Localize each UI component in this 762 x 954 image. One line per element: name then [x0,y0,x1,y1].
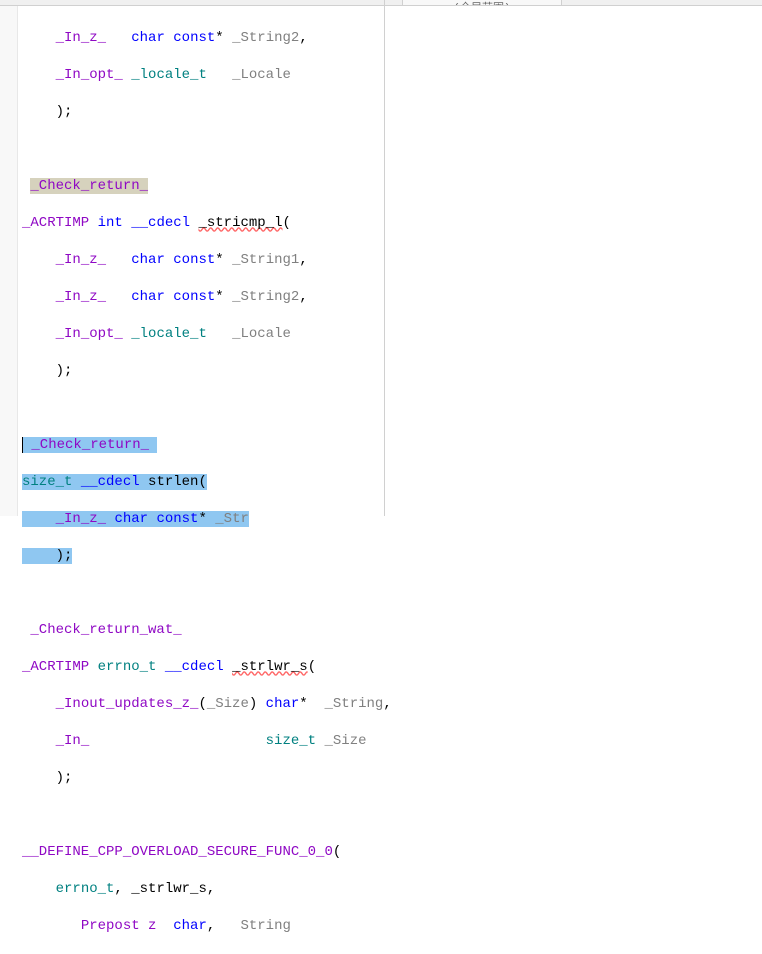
selection: _Check_return_ [22,437,157,453]
code-line [22,140,762,159]
code-line: _In_opt_ _locale_t _Locale [22,66,762,85]
code-line [22,399,762,418]
code-line: _ACRTIMP errno_t __cdecl _strlwr_s( [22,658,762,677]
code-line [22,806,762,825]
code-line [22,584,762,603]
code-line: _ACRTIMP int __cdecl _stricmp_l( [22,214,762,233]
code-line: _Check_return_ [22,177,762,196]
code-line: _Check_return_wat_ [22,621,762,640]
code-line: _Check_return_ [22,436,762,455]
code-editor[interactable]: _In_z_ char const* _String2, _In_opt_ _l… [18,6,762,516]
selection: _In_z_ char const* _Str [22,511,249,527]
code-line: _In_z_ char const* _Str [22,510,762,529]
selection: size_t __cdecl strlen( [22,474,207,490]
code-line: _In_opt_ _locale_t _Locale [22,325,762,344]
code-line: _Inout_updates_z_(_Size) char* _String, [22,695,762,714]
code-line: size_t __cdecl strlen( [22,473,762,492]
highlight-check-return: _Check_return_ [30,178,148,194]
code-line: ); [22,769,762,788]
editor-gutter [0,6,18,516]
code-line: _In_z_ char const* _String2, [22,29,762,48]
code-line: _In_ size_t _Size [22,732,762,751]
selection: ); [22,548,72,564]
code-line: ); [22,547,762,566]
code-line: ); [22,103,762,122]
code-line: __DEFINE_CPP_OVERLOAD_SECURE_FUNC_0_0( [22,843,762,862]
code-line: ); [22,362,762,381]
code-line: _In_z_ char const* _String2, [22,288,762,307]
code-line: _In_z_ char const* _String1, [22,251,762,270]
code-line: Prepost z char, String [22,917,762,936]
code-line: errno_t, _strlwr_s, [22,880,762,899]
